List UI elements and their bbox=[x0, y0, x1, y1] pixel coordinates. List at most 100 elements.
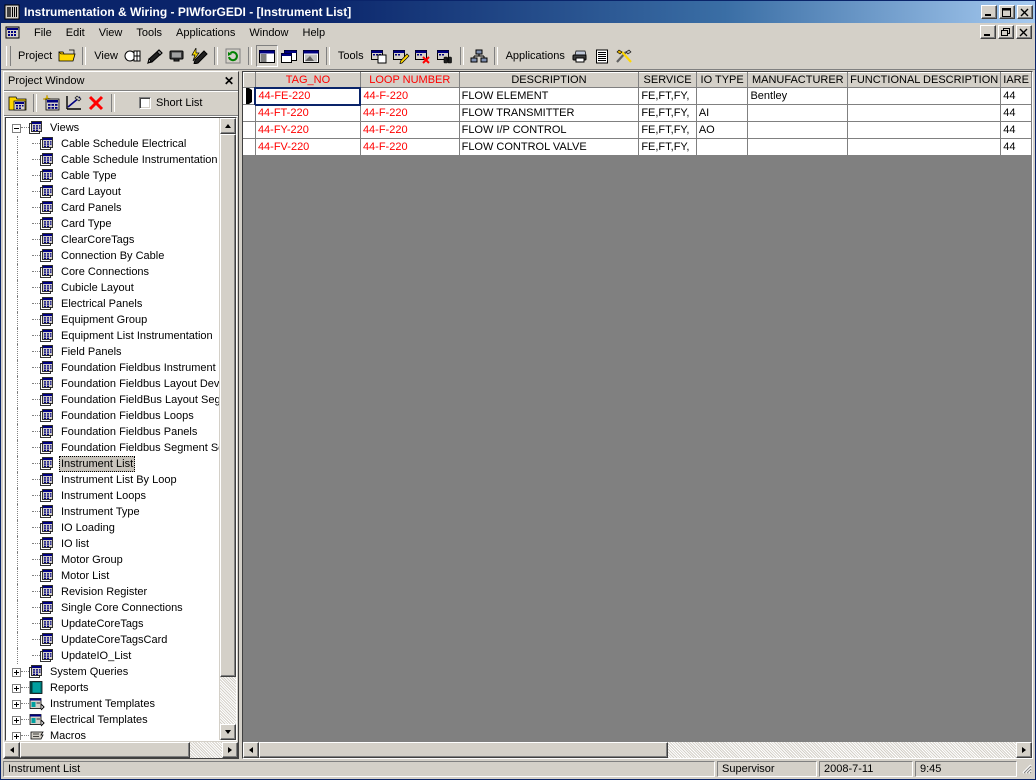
grid-cell[interactable]: AI bbox=[696, 104, 749, 122]
menu-item-help[interactable]: Help bbox=[296, 25, 333, 41]
tree-node-field-panels[interactable]: Field Panels bbox=[6, 344, 219, 360]
grid-column-header[interactable]: IO TYPE bbox=[695, 72, 749, 88]
edit-record-icon[interactable] bbox=[390, 45, 412, 67]
grid-cell[interactable] bbox=[696, 138, 749, 156]
tree-node-io-loading[interactable]: IO Loading bbox=[6, 520, 219, 536]
grid-cell[interactable] bbox=[847, 104, 1002, 122]
table-row[interactable]: 44-FV-220 44-F-220 FLOW CONTROL VALVE FE,FT… bbox=[243, 138, 1032, 156]
preview-icon[interactable] bbox=[300, 45, 322, 67]
tree-node-updatecoretags[interactable]: UpdateCoreTags bbox=[6, 616, 219, 632]
tree-node-card-panels[interactable]: Card Panels bbox=[6, 200, 219, 216]
tree-node-equipment-group[interactable]: Equipment Group bbox=[6, 312, 219, 328]
grid-cell[interactable] bbox=[747, 138, 849, 156]
open-folder-icon[interactable] bbox=[56, 45, 78, 67]
grid-corner-header[interactable] bbox=[243, 72, 256, 88]
project-tree-vscroll-thumb[interactable] bbox=[220, 134, 236, 677]
grid-cell[interactable]: 44 bbox=[1000, 104, 1032, 122]
grid-column-header[interactable]: DESCRIPTION bbox=[458, 72, 640, 88]
new-record-icon[interactable] bbox=[368, 45, 390, 67]
grid-hscroll-track[interactable] bbox=[259, 742, 1016, 758]
grid-cell[interactable]: FLOW TRANSMITTER bbox=[459, 104, 640, 122]
lightning-pencil-icon[interactable] bbox=[188, 45, 210, 67]
tree-node-foundation-fieldbus-loops[interactable]: Foundation Fieldbus Loops bbox=[6, 408, 219, 424]
grid-column-header[interactable]: MANUFACTURER bbox=[747, 72, 849, 88]
grid-cell[interactable]: 44-FY-220 bbox=[255, 121, 361, 139]
expand-toggle[interactable] bbox=[12, 731, 21, 740]
tree-node-electrical-panels[interactable]: Electrical Panels bbox=[6, 296, 219, 312]
project-window-close-button[interactable]: ✕ bbox=[224, 75, 234, 87]
expand-toggle[interactable] bbox=[12, 683, 21, 693]
table-row[interactable]: 44-FE-220 44-F-220 FLOW ELEMENT FE,FT,FY, Be… bbox=[243, 86, 1032, 106]
grid-cell[interactable]: FLOW ELEMENT bbox=[459, 87, 640, 105]
grid-scroll-right-button[interactable] bbox=[1016, 742, 1032, 758]
tree-node-io-list[interactable]: IO list bbox=[6, 536, 219, 552]
close-button[interactable] bbox=[1017, 5, 1033, 19]
instrument-list-grid[interactable]: TAG_NO LOOP NUMBER DESCRIPTION SERVICE IO TY… bbox=[243, 72, 1032, 156]
new-view-icon[interactable] bbox=[41, 92, 63, 114]
mdi-document-icon[interactable] bbox=[5, 25, 21, 41]
tiled-windows-icon[interactable] bbox=[278, 45, 300, 67]
single-pane-icon[interactable] bbox=[255, 45, 278, 67]
tree-node-instrument-type[interactable]: Instrument Type bbox=[6, 504, 219, 520]
tree-node-updateio-list[interactable]: UpdateIO_List bbox=[6, 648, 219, 664]
grid-column-header[interactable]: SERVICE bbox=[638, 72, 697, 88]
project-tree-hscroll-track[interactable] bbox=[20, 742, 222, 758]
grid-hscroll-thumb[interactable] bbox=[259, 742, 668, 758]
child-restore-button[interactable] bbox=[998, 25, 1014, 39]
maximize-button[interactable] bbox=[999, 5, 1015, 19]
child-minimize-button[interactable] bbox=[980, 25, 996, 39]
tree-node-clearcoretags[interactable]: ClearCoreTags bbox=[6, 232, 219, 248]
tree-node-connection-by-cable[interactable]: Connection By Cable bbox=[6, 248, 219, 264]
grid-cell[interactable] bbox=[747, 104, 849, 122]
expand-toggle[interactable] bbox=[12, 667, 21, 677]
grid-cell[interactable] bbox=[696, 87, 749, 105]
project-tree-vscrollbar[interactable] bbox=[219, 118, 236, 740]
grid-column-header[interactable]: LOOP NUMBER bbox=[359, 72, 460, 88]
grid-cell[interactable]: FE,FT,FY, bbox=[638, 121, 697, 139]
grid-hscrollbar[interactable] bbox=[243, 742, 1032, 758]
grid-cell[interactable]: 44-F-220 bbox=[360, 138, 460, 156]
grid-cell[interactable]: 44-F-220 bbox=[360, 87, 460, 105]
tree-node-system-queries[interactable]: System Queries bbox=[6, 664, 219, 680]
table-view-icon[interactable] bbox=[122, 45, 144, 67]
tree-node-revision-register[interactable]: Revision Register bbox=[6, 584, 219, 600]
grid-cell[interactable]: Bentley bbox=[747, 87, 849, 105]
grid-cell[interactable]: 44-FE-220 bbox=[254, 86, 362, 106]
delete-x-icon[interactable] bbox=[85, 92, 107, 114]
menu-item-window[interactable]: Window bbox=[242, 25, 295, 41]
monitor-icon[interactable] bbox=[166, 45, 188, 67]
tree-node-equipment-list-instrumentation[interactable]: Equipment List Instrumentation bbox=[6, 328, 219, 344]
tree-node-single-core-connections[interactable]: Single Core Connections bbox=[6, 600, 219, 616]
scroll-right-button[interactable] bbox=[222, 742, 238, 758]
scroll-left-button[interactable] bbox=[4, 742, 20, 758]
child-close-button[interactable] bbox=[1016, 25, 1032, 39]
tools-crossed-icon[interactable] bbox=[613, 45, 635, 67]
row-selector[interactable] bbox=[243, 138, 256, 156]
grid-cell[interactable]: 44-F-220 bbox=[360, 121, 460, 139]
grid-column-header[interactable]: FUNCTIONAL DESCRIPTION bbox=[847, 72, 1002, 88]
instrument-list-grid-area[interactable]: TAG_NO LOOP NUMBER DESCRIPTION SERVICE IO TY… bbox=[243, 72, 1032, 742]
delete-record-icon[interactable] bbox=[412, 45, 434, 67]
project-tree-vscroll-track[interactable] bbox=[220, 134, 236, 724]
grid-cell[interactable]: 44-FT-220 bbox=[255, 104, 361, 122]
row-selector[interactable] bbox=[243, 121, 256, 139]
tree-node-foundation-fieldbus-layout-devi[interactable]: Foundation Fieldbus Layout Devi bbox=[6, 376, 219, 392]
tree-node-instrument-list-by-loop[interactable]: Instrument List By Loop bbox=[6, 472, 219, 488]
tree-node-cable-schedule-electrical[interactable]: Cable Schedule Electrical bbox=[6, 136, 219, 152]
short-list-checkbox-box[interactable] bbox=[139, 97, 151, 109]
project-tree-hscroll-thumb[interactable] bbox=[20, 742, 190, 758]
report-list-icon[interactable] bbox=[591, 45, 613, 67]
grid-cell[interactable]: FLOW CONTROL VALVE bbox=[459, 138, 640, 156]
grid-cell[interactable]: 44-F-220 bbox=[360, 104, 460, 122]
menu-item-file[interactable]: File bbox=[27, 25, 59, 41]
grid-cell[interactable]: AO bbox=[696, 121, 749, 139]
tree-node-macros[interactable]: Macros bbox=[6, 728, 219, 740]
table-row[interactable]: 44-FT-220 44-F-220 FLOW TRANSMITTER FE,FT,F… bbox=[243, 104, 1032, 122]
tree-node-cable-schedule-instrumentation[interactable]: Cable Schedule Instrumentation bbox=[6, 152, 219, 168]
project-tree[interactable]: Views Cable Schedule Electrical Cable Sche… bbox=[6, 118, 219, 740]
short-list-checkbox[interactable]: Short List bbox=[139, 97, 202, 109]
menu-item-tools[interactable]: Tools bbox=[129, 25, 169, 41]
grid-scroll-left-button[interactable] bbox=[243, 742, 259, 758]
menu-item-view[interactable]: View bbox=[92, 25, 130, 41]
tree-node-core-connections[interactable]: Core Connections bbox=[6, 264, 219, 280]
